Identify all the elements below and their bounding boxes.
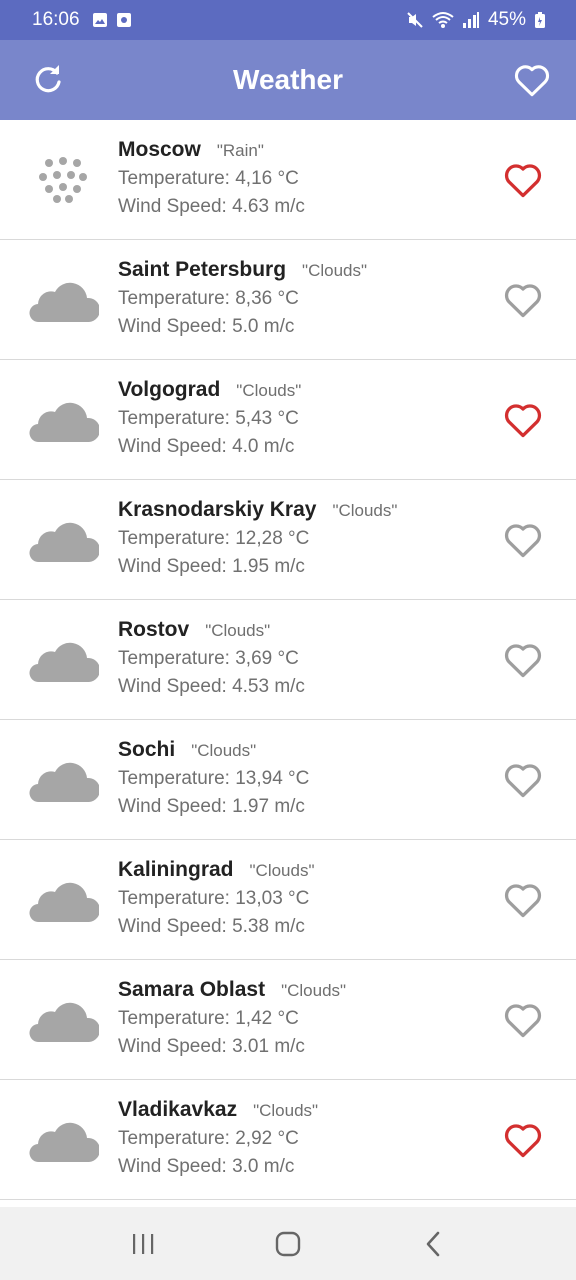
city-info: Kaliningrad "Clouds" Temperature: 13,03 °C… (118, 858, 315, 938)
refresh-icon[interactable] (28, 60, 68, 100)
wind-speed-text: Wind Speed: 3.0 m/c (118, 1156, 295, 1177)
cloud-icon (28, 632, 100, 688)
gallery-icon (92, 12, 108, 28)
cloud-icon (28, 872, 100, 928)
wind-speed-text: Wind Speed: 4.53 m/c (118, 676, 305, 697)
city-info: Vladikavkaz "Clouds" Temperature: 2,92 °C W… (118, 1098, 318, 1178)
temperature-text: Temperature: 4,16 °C (118, 168, 299, 189)
city-info: Volgograd "Clouds" Temperature: 5,43 °C Win… (118, 378, 301, 458)
weather-condition: "Clouds" (205, 621, 271, 640)
city-name: Rostov (118, 618, 190, 641)
city-row[interactable]: Vladikavkaz "Clouds" Temperature: 2,92 °C W… (0, 1080, 576, 1200)
temperature-text: Temperature: 12,28 °C (118, 528, 310, 549)
temperature-text: Temperature: 13,03 °C (118, 888, 310, 909)
city-row[interactable]: Volgograd "Clouds" Temperature: 5,43 °C Win… (0, 360, 576, 480)
weather-condition: "Clouds" (249, 861, 315, 880)
city-row[interactable]: Sochi "Clouds" Temperature: 13,94 °C Wind S… (0, 720, 576, 840)
weather-condition: "Clouds" (332, 501, 398, 520)
city-name: Moscow (118, 138, 201, 161)
system-nav-bar (0, 1207, 576, 1280)
wind-speed-text: Wind Speed: 5.38 m/c (118, 916, 305, 937)
city-row[interactable]: Krasnodarskiy Kray "Clouds" Temperature: 1… (0, 480, 576, 600)
recents-icon[interactable] (119, 1220, 167, 1268)
battery-percent: 45% (487, 9, 526, 30)
temperature-text: Temperature: 13,94 °C (118, 768, 310, 789)
temperature-text: Temperature: 8,36 °C (118, 288, 299, 309)
cloud-icon (28, 1112, 100, 1168)
back-icon[interactable] (409, 1220, 457, 1268)
city-info: Moscow "Rain" Temperature: 4,16 °C Wind Spe… (118, 138, 305, 218)
favorite-heart-icon[interactable] (502, 520, 544, 560)
mute-icon (406, 11, 424, 29)
status-time: 16:06 (32, 9, 80, 30)
cloud-icon (28, 392, 100, 448)
city-list: Moscow "Rain" Temperature: 4,16 °C Wind Spe… (0, 120, 576, 1207)
cloud-icon (28, 752, 100, 808)
rain-icon (28, 152, 100, 208)
city-row[interactable]: Rostov "Clouds" Temperature: 3,69 °C Wind S… (0, 600, 576, 720)
temperature-text: Temperature: 5,43 °C (118, 408, 299, 429)
temperature-text: Temperature: 3,69 °C (118, 648, 299, 669)
city-name: Volgograd (118, 378, 221, 401)
city-row[interactable]: Samara Oblast "Clouds" Temperature: 1,42 °… (0, 960, 576, 1080)
weather-condition: "Clouds" (236, 381, 302, 400)
city-name: Sochi (118, 738, 176, 761)
status-bar: 16:06 45% (0, 0, 576, 40)
city-info: Samara Oblast "Clouds" Temperature: 1,42 °… (118, 978, 346, 1058)
wind-speed-text: Wind Speed: 4.63 m/c (118, 196, 305, 217)
favorite-heart-icon[interactable] (502, 280, 544, 320)
camera-app-icon (116, 12, 132, 28)
cloud-icon (28, 272, 100, 328)
weather-condition: "Clouds" (302, 261, 368, 280)
weather-condition: "Clouds" (191, 741, 257, 760)
favorite-heart-icon[interactable] (502, 1000, 544, 1040)
app-bar: Weather (0, 40, 576, 120)
favorite-heart-icon[interactable] (502, 760, 544, 800)
city-info: Sochi "Clouds" Temperature: 13,94 °C Wind S… (118, 738, 309, 818)
weather-condition: "Rain" (216, 141, 264, 160)
favorite-heart-icon[interactable] (502, 640, 544, 680)
city-name: Kaliningrad (118, 858, 234, 881)
city-name: Vladikavkaz (118, 1098, 238, 1121)
favorite-heart-icon-active[interactable] (502, 400, 544, 440)
favorite-heart-icon-active[interactable] (502, 1120, 544, 1160)
wind-speed-text: Wind Speed: 4.0 m/c (118, 436, 295, 457)
weather-condition: "Clouds" (281, 981, 347, 1000)
city-row[interactable]: Moscow "Rain" Temperature: 4,16 °C Wind Spe… (0, 120, 576, 240)
city-name: Saint Petersburg (118, 258, 287, 281)
city-name: Samara Oblast (118, 978, 266, 1001)
cloud-icon (28, 992, 100, 1048)
temperature-text: Temperature: 1,42 °C (118, 1008, 299, 1029)
wind-speed-text: Wind Speed: 1.97 m/c (118, 796, 305, 817)
favorites-heart-icon[interactable] (512, 60, 552, 100)
home-icon[interactable] (264, 1220, 312, 1268)
cloud-icon (28, 512, 100, 568)
page-title: Weather (233, 64, 343, 95)
favorite-heart-icon-active[interactable] (502, 160, 544, 200)
weather-condition: "Clouds" (253, 1101, 319, 1120)
city-info: Krasnodarskiy Kray "Clouds" Temperature: 1… (118, 498, 397, 578)
wind-speed-text: Wind Speed: 5.0 m/c (118, 316, 295, 337)
city-name: Krasnodarskiy Kray (118, 498, 317, 521)
city-info: Saint Petersburg "Clouds" Temperature: 8,3… (118, 258, 367, 338)
temperature-text: Temperature: 2,92 °C (118, 1128, 299, 1149)
signal-icon (462, 11, 480, 29)
city-row[interactable]: Kaliningrad "Clouds" Temperature: 13,03 °C… (0, 840, 576, 960)
city-info: Rostov "Clouds" Temperature: 3,69 °C Wind S… (118, 618, 305, 698)
wind-speed-text: Wind Speed: 1.95 m/c (118, 556, 305, 577)
battery-charging-icon (534, 11, 546, 29)
city-row[interactable]: Saint Petersburg "Clouds" Temperature: 8,3… (0, 240, 576, 360)
favorite-heart-icon[interactable] (502, 880, 544, 920)
wind-speed-text: Wind Speed: 3.01 m/c (118, 1036, 305, 1057)
wifi-icon (432, 11, 454, 29)
